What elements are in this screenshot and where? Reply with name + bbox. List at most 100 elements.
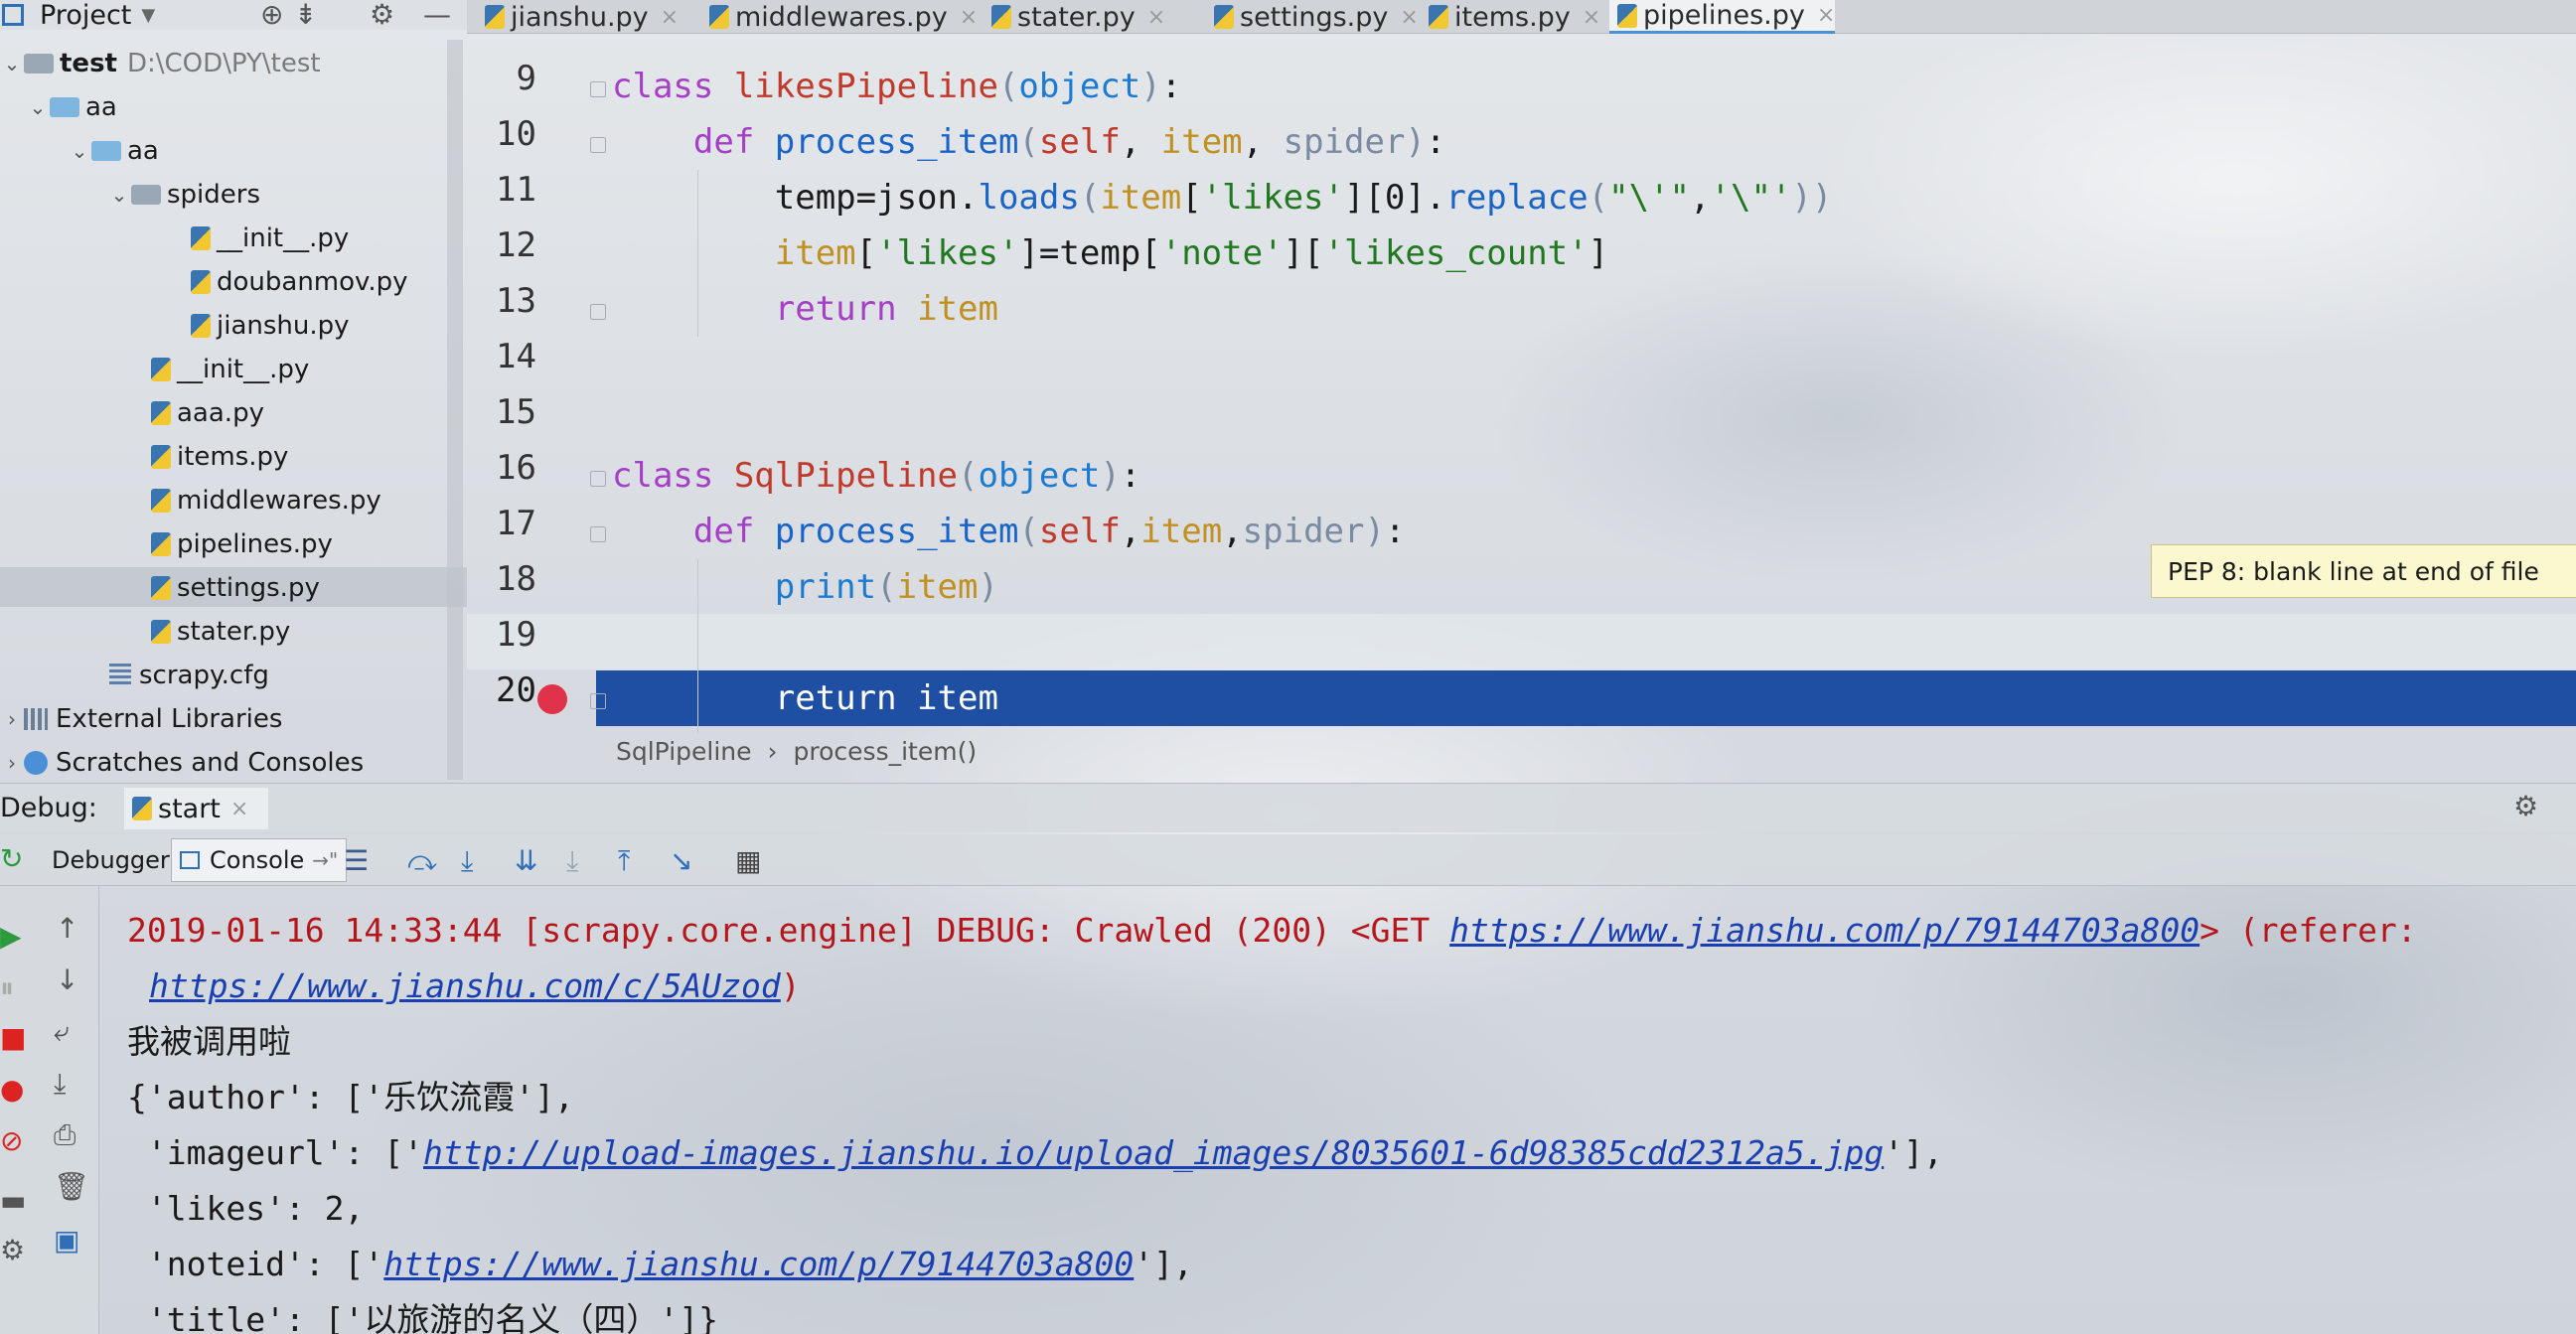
line-number: 20: [496, 670, 536, 710]
fold-marker-icon[interactable]: [590, 471, 606, 487]
code-line-10: def process_item(self, item, spider):: [692, 122, 1446, 162]
step-into-icon[interactable]: ⤓: [461, 844, 473, 878]
soft-wrap-icon[interactable]: ⤶: [54, 1015, 70, 1049]
mute-breakpoints-icon[interactable]: ⊘: [0, 1124, 23, 1157]
chevron-right-icon[interactable]: ›: [0, 707, 24, 731]
dict-link[interactable]: http://upload-images.jianshu.io/upload_i…: [423, 1133, 1884, 1172]
print-icon[interactable]: ⎙: [54, 1118, 76, 1152]
pin-icon[interactable]: →": [312, 848, 338, 872]
close-icon[interactable]: ×: [1583, 5, 1600, 30]
tree-path: D:\COD\PY\test: [126, 49, 321, 78]
collapse-icon[interactable]: ⇟: [294, 0, 317, 31]
close-icon[interactable]: ×: [230, 797, 248, 821]
fold-marker-icon[interactable]: [590, 693, 606, 709]
python-file-icon: [1617, 3, 1637, 28]
close-icon[interactable]: ×: [1400, 5, 1418, 30]
gear-icon[interactable]: ⚙: [2513, 790, 2538, 822]
tree-item-test[interactable]: ⌄ test D:\COD\PY\test: [0, 44, 321, 83]
close-icon[interactable]: ×: [1817, 3, 1835, 28]
console-dict-line: 'imageurl': ['http://upload-images.jians…: [127, 1125, 1943, 1181]
step-out-icon[interactable]: ⤒: [618, 844, 630, 878]
fold-marker-icon[interactable]: [590, 526, 606, 542]
fold-marker-icon[interactable]: [590, 137, 606, 153]
tree-item-file[interactable]: jianshu.py: [191, 306, 350, 346]
line-number: 17: [496, 504, 536, 543]
pause-icon[interactable]: ⏸: [0, 971, 14, 1005]
up-arrow-icon[interactable]: ↑: [56, 912, 78, 945]
tree-label: pipelines.py: [177, 529, 333, 559]
tree-item-file[interactable]: aaa.py: [151, 393, 264, 433]
python-file-icon: [151, 445, 171, 469]
tree-item-aa-inner[interactable]: ⌄ aa: [68, 131, 159, 171]
tab-jianshu[interactable]: jianshu.py ×: [477, 0, 679, 34]
run-to-cursor-icon[interactable]: ↘: [670, 844, 692, 877]
breadcrumb-class[interactable]: SqlPipeline: [616, 737, 752, 766]
tab-stater[interactable]: stater.py ×: [984, 0, 1165, 34]
tab-console[interactable]: Console →": [171, 838, 348, 882]
tree-item-scratches[interactable]: › Scratches and Consoles: [0, 743, 364, 783]
tree-scrollbar[interactable]: [447, 40, 463, 780]
tree-label: scrapy.cfg: [139, 661, 269, 690]
view-breakpoints-icon[interactable]: ●: [0, 1073, 24, 1106]
gear-icon[interactable]: ⚙: [0, 1234, 25, 1266]
python-file-icon: [151, 401, 171, 425]
python-console-icon[interactable]: ▣: [54, 1224, 79, 1257]
folder-icon: [24, 54, 54, 74]
tree-item-aa[interactable]: ⌄ aa: [26, 87, 117, 127]
tree-item-file[interactable]: __init__.py: [151, 350, 309, 389]
log-link[interactable]: https://www.jianshu.com/p/79144703a800: [1449, 911, 2199, 950]
resume-icon[interactable]: ▶: [0, 920, 22, 953]
scroll-to-end-icon[interactable]: ⤓: [54, 1067, 66, 1101]
stop-icon[interactable]: ■: [0, 1021, 26, 1054]
tree-item-file[interactable]: pipelines.py: [151, 524, 333, 564]
breadcrumb-method[interactable]: process_item(): [794, 737, 978, 766]
tab-middlewares[interactable]: middlewares.py ×: [701, 0, 978, 34]
chevron-down-icon[interactable]: ⌄: [68, 139, 91, 163]
close-icon[interactable]: ×: [1147, 5, 1165, 30]
tab-items[interactable]: items.py ×: [1421, 0, 1600, 34]
evaluate-icon[interactable]: ▦: [735, 844, 761, 877]
dict-link[interactable]: https://www.jianshu.com/p/79144703a800: [383, 1245, 1134, 1283]
code-editor[interactable]: 9 10 11 12 13 14 15 16 17 18 19 20 class…: [467, 34, 2576, 733]
fold-marker-icon[interactable]: [590, 304, 606, 320]
tree-item-external-libraries[interactable]: › External Libraries: [0, 699, 282, 739]
close-icon[interactable]: ×: [661, 5, 679, 30]
layout-icon[interactable]: ▬: [0, 1184, 26, 1217]
rerun-icon[interactable]: ↻: [0, 842, 23, 875]
chevron-down-icon[interactable]: ⌄: [0, 52, 24, 75]
line-number: 10: [496, 114, 536, 154]
chevron-down-icon[interactable]: ▼: [141, 5, 155, 26]
tree-item-file-selected[interactable]: settings.py: [151, 568, 320, 608]
project-title[interactable]: Project: [40, 0, 131, 31]
chevron-down-icon[interactable]: ⌄: [26, 95, 50, 119]
tab-debugger[interactable]: Debugger: [44, 838, 178, 882]
folder-icon: [131, 185, 161, 205]
fold-marker-icon[interactable]: [590, 81, 606, 97]
threads-icon[interactable]: ☰: [344, 844, 369, 877]
close-icon[interactable]: ×: [960, 5, 978, 30]
tree-item-file[interactable]: __init__.py: [191, 219, 349, 258]
tree-item-file[interactable]: scrapy.cfg: [109, 656, 269, 695]
tree-item-file[interactable]: middlewares.py: [151, 481, 381, 520]
step-into-my-code-icon[interactable]: ⇊: [515, 844, 537, 877]
tree-item-file[interactable]: stater.py: [151, 612, 290, 652]
chevron-down-icon[interactable]: ⌄: [107, 183, 131, 207]
dict-text: 'noteid': [': [127, 1245, 384, 1283]
tab-pipelines[interactable]: pipelines.py ×: [1609, 0, 1836, 34]
locate-icon[interactable]: ⊕: [260, 0, 283, 31]
log-link[interactable]: https://www.jianshu.com/c/5AUzod: [149, 966, 781, 1005]
tree-item-spiders[interactable]: ⌄ spiders: [107, 175, 260, 215]
tree-item-file[interactable]: items.py: [151, 437, 288, 477]
chevron-right-icon[interactable]: ›: [0, 751, 24, 775]
tab-settings[interactable]: settings.py ×: [1206, 0, 1419, 34]
python-file-icon: [191, 270, 211, 294]
tree-item-file[interactable]: doubanmov.py: [191, 262, 408, 302]
force-step-into-icon[interactable]: ⤓: [566, 844, 578, 878]
run-tab-start[interactable]: start ×: [124, 788, 269, 829]
console-output[interactable]: 2019-01-16 14:33:44 [scrapy.core.engine]…: [99, 886, 2576, 1334]
down-arrow-icon[interactable]: ↓: [56, 963, 78, 996]
step-over-icon[interactable]: ⤼: [407, 844, 437, 878]
clear-icon[interactable]: 🗑: [54, 1170, 89, 1203]
gear-icon[interactable]: ⚙: [370, 0, 394, 31]
hide-icon[interactable]: —: [423, 0, 451, 31]
